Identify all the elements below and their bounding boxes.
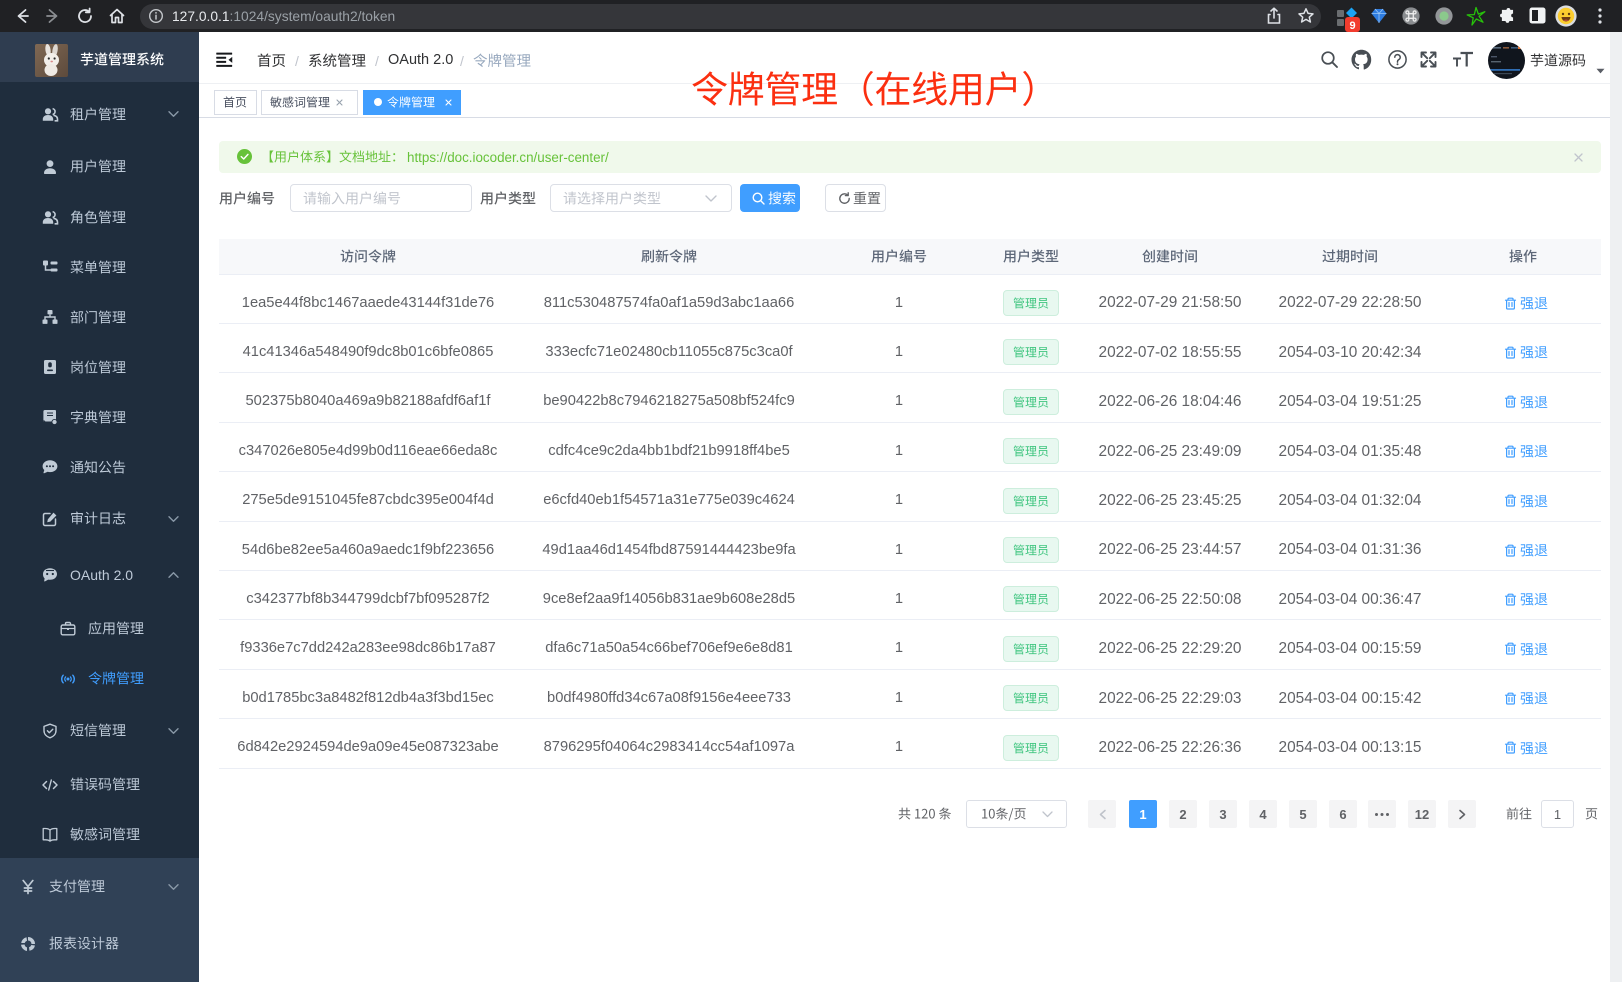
svg-text:9: 9 xyxy=(1349,20,1355,32)
